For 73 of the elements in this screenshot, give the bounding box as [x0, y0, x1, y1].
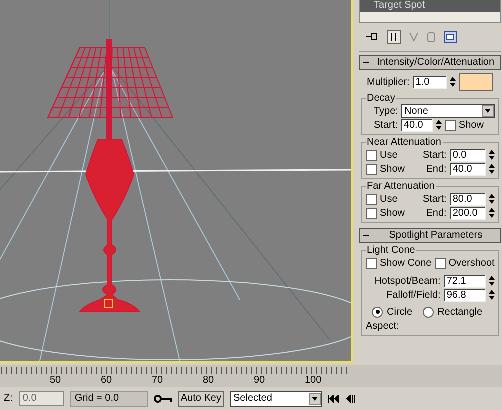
spinner-icon[interactable]: [450, 76, 456, 88]
checkbox[interactable]: [366, 208, 377, 218]
checkbox-label: Use: [380, 194, 398, 204]
number-field[interactable]: 1.0: [412, 76, 447, 88]
number-field[interactable]: 96.8: [444, 288, 486, 302]
checkbox[interactable]: [366, 194, 377, 204]
field-label: End:: [426, 208, 447, 218]
frame-number: 80: [203, 375, 216, 386]
configure-icon[interactable]: [444, 31, 457, 43]
checkbox[interactable]: [366, 164, 377, 174]
list-item[interactable]: Target Spot: [360, 0, 500, 12]
number-field[interactable]: 40.0: [450, 162, 486, 176]
rollout-title: Spotlight Parameters: [388, 230, 484, 241]
radio-button[interactable]: [372, 306, 383, 318]
number-field[interactable]: 72.1: [444, 274, 486, 288]
spinner-icon[interactable]: [488, 193, 495, 205]
color-swatch[interactable]: [458, 73, 493, 91]
rollout-header[interactable]: Spotlight Parameters: [359, 228, 501, 243]
field-label: Falloff/Field:: [386, 290, 441, 300]
number-field[interactable]: 0.0: [450, 148, 486, 162]
key-icon[interactable]: [154, 394, 172, 404]
field-label: Hotspot/Beam:: [374, 276, 441, 286]
frame-number: 90: [254, 375, 266, 386]
field-label: Start:: [374, 120, 398, 130]
frame-number: 50: [50, 375, 62, 386]
rollout-header[interactable]: Intensity/Color/Attenuation: [359, 55, 501, 70]
checkbox[interactable]: [366, 258, 377, 268]
field-label: Aspect:: [366, 320, 400, 332]
spinner-icon[interactable]: [488, 207, 495, 219]
number-field[interactable]: 80.0: [450, 192, 486, 206]
field-label: Type:: [374, 106, 398, 116]
checkbox-label: Show: [458, 120, 484, 130]
field-label: Start:: [422, 150, 447, 160]
auto-key-button[interactable]: Auto Key: [178, 390, 224, 406]
frame-number: 60: [101, 375, 114, 386]
pin-icon[interactable]: [365, 32, 379, 42]
radio-label: Rectangle: [438, 306, 483, 318]
checkbox-label: Show: [380, 208, 406, 218]
field-label: End:: [426, 164, 447, 174]
checkbox[interactable]: [366, 150, 377, 160]
previous-frame-icon[interactable]: [346, 394, 356, 402]
group-title: Decay: [366, 93, 396, 104]
modifier-stack-icon[interactable]: [387, 30, 401, 44]
field-label: Start:: [422, 194, 447, 204]
z-coordinate-field[interactable]: 0.0: [18, 391, 64, 406]
frame-number: 70: [152, 375, 164, 386]
rollout-title: Intensity/Color/Attenuation: [376, 57, 496, 68]
checkbox-label: Show: [380, 164, 406, 174]
radio-button[interactable]: [422, 306, 434, 318]
number-field[interactable]: 40.0: [400, 118, 433, 132]
spinner-icon[interactable]: [488, 163, 495, 175]
group-title: Near Attenuation: [366, 137, 442, 148]
spinner-icon[interactable]: [488, 149, 495, 161]
decay-type-dropdown[interactable]: None: [401, 104, 495, 118]
checkbox-label: Show Cone: [380, 258, 432, 268]
group-title: Light Cone: [366, 245, 416, 256]
spinner-icon[interactable]: [436, 119, 442, 131]
radio-label: Circle: [387, 306, 413, 318]
checkbox[interactable]: [434, 258, 446, 268]
go-to-start-icon[interactable]: [328, 394, 340, 402]
grid-readout: Grid = 0.0: [70, 390, 148, 406]
object-list[interactable]: Target Spot: [359, 0, 501, 23]
key-filter-dropdown[interactable]: Selected: [230, 390, 322, 406]
spinner-icon[interactable]: [488, 289, 495, 301]
checkbox-label: Use: [380, 150, 398, 160]
coordinate-label: Z:: [4, 393, 13, 404]
group-title: Far Attenuation: [366, 181, 436, 192]
number-field[interactable]: 200.0: [450, 206, 486, 220]
frame-number: 100: [305, 375, 323, 386]
checkbox-label: Overshoot: [448, 258, 495, 268]
checkbox[interactable]: [444, 120, 456, 130]
spinner-icon[interactable]: [488, 275, 495, 287]
field-label: Multiplier:: [367, 76, 410, 88]
